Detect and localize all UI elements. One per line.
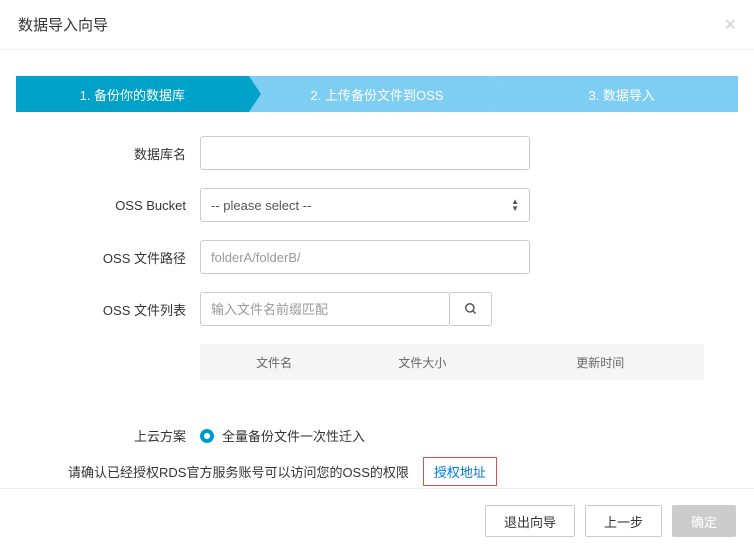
modal-header: 数据导入向导 × [0,0,754,50]
step-2-upload[interactable]: 2. 上传备份文件到OSS [249,76,494,112]
step-3-import[interactable]: 3. 数据导入 [493,76,738,112]
close-icon[interactable]: × [724,15,736,35]
select-value: -- please select -- [211,198,311,213]
auth-link[interactable]: 授权地址 [423,457,497,486]
data-import-wizard-modal: 数据导入向导 × 1. 备份你的数据库 2. 上传备份文件到OSS 3. 数据导… [0,0,754,553]
radio-label: 全量备份文件一次性迁入 [222,426,365,445]
auth-text: 请确认已经授权RDS官方服务账号可以访问您的OSS的权限 [68,462,423,481]
col-updated: 更新时间 [496,354,704,371]
row-auth-notice: 请确认已经授权RDS官方服务账号可以访问您的OSS的权限 授权地址 [16,457,738,486]
modal-title: 数据导入向导 [18,14,108,35]
previous-step-button[interactable]: 上一步 [585,505,662,537]
label-oss-bucket: OSS Bucket [16,198,200,213]
step-1-backup[interactable]: 1. 备份你的数据库 [16,76,249,112]
select-caret-icon: ▲▼ [511,198,519,212]
select-oss-bucket[interactable]: -- please select -- ▲▼ [200,188,530,222]
search-icon [464,302,478,316]
row-oss-bucket: OSS Bucket -- please select -- ▲▼ [16,188,738,222]
modal-body: 1. 备份你的数据库 2. 上传备份文件到OSS 3. 数据导入 数据库名 OS… [0,50,754,486]
exit-wizard-button[interactable]: 退出向导 [485,505,575,537]
row-migration-plan: 上云方案 全量备份文件一次性迁入 [16,426,738,445]
input-oss-path[interactable] [200,240,530,274]
step-label: 3. 数据导入 [588,85,654,104]
modal-footer: 退出向导 上一步 确定 [0,488,754,553]
radio-full-backup[interactable]: 全量备份文件一次性迁入 [200,426,365,445]
col-filename: 文件名 [200,354,348,371]
row-oss-list: OSS 文件列表 [16,292,738,326]
radio-icon [200,429,214,443]
label-oss-list: OSS 文件列表 [16,300,200,319]
label-db-name: 数据库名 [16,144,200,163]
col-filesize: 文件大小 [348,354,496,371]
input-oss-list-search[interactable] [200,292,450,326]
confirm-button[interactable]: 确定 [672,505,736,537]
search-button[interactable] [450,292,492,326]
step-label: 1. 备份你的数据库 [80,85,185,104]
row-oss-path: OSS 文件路径 [16,240,738,274]
step-label: 2. 上传备份文件到OSS [311,85,444,104]
input-db-name[interactable] [200,136,530,170]
label-migration: 上云方案 [16,426,200,445]
row-db-name: 数据库名 [16,136,738,170]
label-oss-path: OSS 文件路径 [16,248,200,267]
wizard-steps: 1. 备份你的数据库 2. 上传备份文件到OSS 3. 数据导入 [16,76,738,112]
file-table-header: 文件名 文件大小 更新时间 [200,344,704,380]
